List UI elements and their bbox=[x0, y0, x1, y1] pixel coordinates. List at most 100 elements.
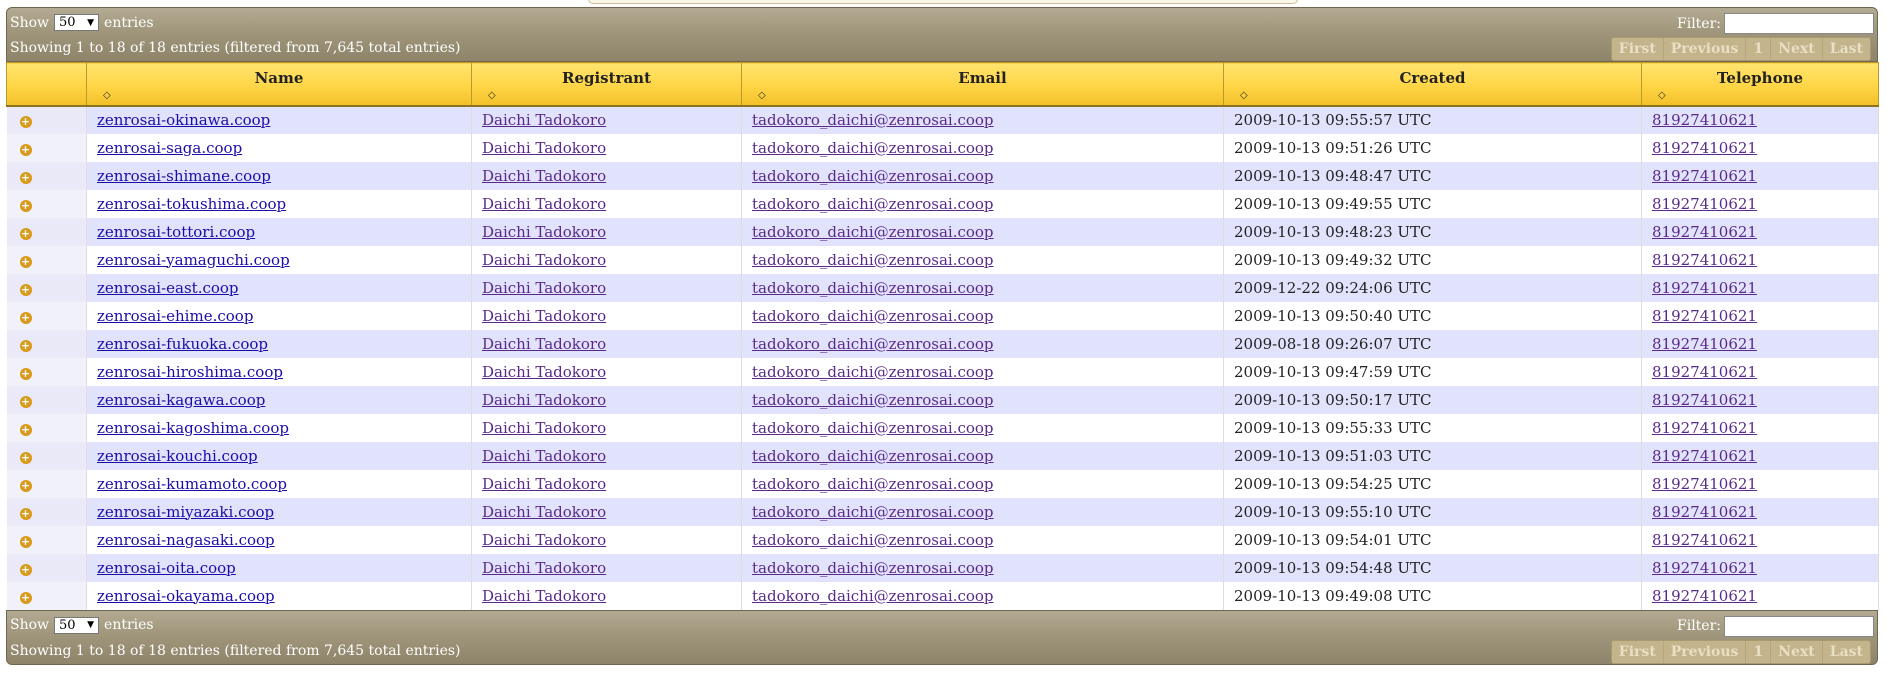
registrant-link[interactable]: Daichi Tadokoro bbox=[482, 447, 606, 465]
registrant-link[interactable]: Daichi Tadokoro bbox=[482, 587, 606, 605]
row-expand-cell[interactable]: + bbox=[6, 413, 87, 442]
telephone-link[interactable]: 81927410621 bbox=[1652, 447, 1757, 465]
registrant-link[interactable]: Daichi Tadokoro bbox=[482, 503, 606, 521]
pager-next-button[interactable]: Next bbox=[1771, 640, 1823, 663]
expand-plus-icon[interactable]: + bbox=[19, 143, 32, 156]
expand-plus-icon[interactable]: + bbox=[19, 116, 32, 128]
row-expand-cell[interactable]: + bbox=[6, 105, 87, 134]
row-expand-cell[interactable]: + bbox=[6, 385, 87, 414]
email-link[interactable]: tadokoro_daichi@zenrosai.coop bbox=[752, 111, 994, 129]
telephone-link[interactable]: 81927410621 bbox=[1652, 391, 1757, 409]
email-link[interactable]: tadokoro_daichi@zenrosai.coop bbox=[752, 447, 994, 465]
registrant-link[interactable]: Daichi Tadokoro bbox=[482, 559, 606, 577]
domain-link[interactable]: zenrosai-okinawa.coop bbox=[97, 111, 270, 129]
email-link[interactable]: tadokoro_daichi@zenrosai.coop bbox=[752, 251, 994, 269]
row-expand-cell[interactable]: + bbox=[6, 441, 87, 470]
expand-plus-icon[interactable]: + bbox=[19, 479, 32, 492]
domain-link[interactable]: zenrosai-ehime.coop bbox=[97, 307, 253, 325]
domain-link[interactable]: zenrosai-miyazaki.coop bbox=[97, 503, 274, 521]
registrant-link[interactable]: Daichi Tadokoro bbox=[482, 335, 606, 353]
expand-plus-icon[interactable]: + bbox=[19, 171, 32, 184]
registrant-link[interactable]: Daichi Tadokoro bbox=[482, 139, 606, 157]
sort-icon[interactable]: ◇ bbox=[1658, 90, 1666, 101]
pager-previous-button[interactable]: Previous bbox=[1664, 38, 1747, 60]
registrant-link[interactable]: Daichi Tadokoro bbox=[482, 167, 606, 185]
email-link[interactable]: tadokoro_daichi@zenrosai.coop bbox=[752, 559, 994, 577]
sort-icon[interactable]: ◇ bbox=[758, 90, 766, 101]
expand-plus-icon[interactable]: + bbox=[19, 507, 32, 520]
domain-link[interactable]: zenrosai-tottori.coop bbox=[97, 223, 255, 241]
expand-plus-icon[interactable]: + bbox=[19, 395, 32, 408]
domain-link[interactable]: zenrosai-kagawa.coop bbox=[97, 391, 265, 409]
row-expand-cell[interactable]: + bbox=[6, 301, 87, 330]
email-link[interactable]: tadokoro_daichi@zenrosai.coop bbox=[752, 195, 994, 213]
telephone-link[interactable]: 81927410621 bbox=[1652, 363, 1757, 381]
telephone-link[interactable]: 81927410621 bbox=[1652, 139, 1757, 157]
email-link[interactable]: tadokoro_daichi@zenrosai.coop bbox=[752, 139, 994, 157]
email-link[interactable]: tadokoro_daichi@zenrosai.coop bbox=[752, 531, 994, 549]
column-header-telephone[interactable]: Telephone ◇ bbox=[1641, 62, 1879, 107]
telephone-link[interactable]: 81927410621 bbox=[1652, 167, 1757, 185]
domain-link[interactable]: zenrosai-saga.coop bbox=[97, 139, 242, 157]
expand-plus-icon[interactable]: + bbox=[19, 423, 32, 436]
telephone-link[interactable]: 81927410621 bbox=[1652, 419, 1757, 437]
pager-page-1-button[interactable]: 1 bbox=[1746, 640, 1772, 663]
email-link[interactable]: tadokoro_daichi@zenrosai.coop bbox=[752, 279, 994, 297]
row-expand-cell[interactable]: + bbox=[6, 581, 87, 610]
registrant-link[interactable]: Daichi Tadokoro bbox=[482, 111, 606, 129]
registrant-link[interactable]: Daichi Tadokoro bbox=[482, 391, 606, 409]
domain-link[interactable]: zenrosai-kumamoto.coop bbox=[97, 475, 287, 493]
filter-input[interactable] bbox=[1724, 615, 1874, 637]
telephone-link[interactable]: 81927410621 bbox=[1652, 307, 1757, 325]
telephone-link[interactable]: 81927410621 bbox=[1652, 279, 1757, 297]
expand-plus-icon[interactable]: + bbox=[19, 339, 32, 352]
registrant-link[interactable]: Daichi Tadokoro bbox=[482, 195, 606, 213]
expand-plus-icon[interactable]: + bbox=[19, 451, 32, 464]
page-size-select[interactable]: 50 ▼ bbox=[54, 14, 100, 31]
row-expand-cell[interactable]: + bbox=[6, 469, 87, 498]
domain-link[interactable]: zenrosai-tokushima.coop bbox=[97, 195, 286, 213]
email-link[interactable]: tadokoro_daichi@zenrosai.coop bbox=[752, 587, 994, 605]
domain-link[interactable]: zenrosai-nagasaki.coop bbox=[97, 531, 275, 549]
expand-plus-icon[interactable]: + bbox=[19, 199, 32, 212]
telephone-link[interactable]: 81927410621 bbox=[1652, 531, 1757, 549]
expand-plus-icon[interactable]: + bbox=[19, 311, 32, 324]
email-link[interactable]: tadokoro_daichi@zenrosai.coop bbox=[752, 391, 994, 409]
registrant-link[interactable]: Daichi Tadokoro bbox=[482, 363, 606, 381]
telephone-link[interactable]: 81927410621 bbox=[1652, 335, 1757, 353]
registrant-link[interactable]: Daichi Tadokoro bbox=[482, 223, 606, 241]
row-expand-cell[interactable]: + bbox=[6, 497, 87, 526]
row-expand-cell[interactable]: + bbox=[6, 329, 87, 358]
expand-plus-icon[interactable]: + bbox=[19, 591, 32, 604]
domain-link[interactable]: zenrosai-hiroshima.coop bbox=[97, 363, 283, 381]
row-expand-cell[interactable]: + bbox=[6, 273, 87, 302]
column-header-created[interactable]: Created ◇ bbox=[1223, 62, 1642, 107]
telephone-link[interactable]: 81927410621 bbox=[1652, 475, 1757, 493]
row-expand-cell[interactable]: + bbox=[6, 357, 87, 386]
row-expand-cell[interactable]: + bbox=[6, 161, 87, 190]
pager-first-button[interactable]: First bbox=[1612, 640, 1664, 663]
registrant-link[interactable]: Daichi Tadokoro bbox=[482, 279, 606, 297]
pager-first-button[interactable]: First bbox=[1612, 38, 1664, 60]
email-link[interactable]: tadokoro_daichi@zenrosai.coop bbox=[752, 167, 994, 185]
domain-link[interactable]: zenrosai-kouchi.coop bbox=[97, 447, 258, 465]
registrant-link[interactable]: Daichi Tadokoro bbox=[482, 475, 606, 493]
email-link[interactable]: tadokoro_daichi@zenrosai.coop bbox=[752, 503, 994, 521]
email-link[interactable]: tadokoro_daichi@zenrosai.coop bbox=[752, 223, 994, 241]
email-link[interactable]: tadokoro_daichi@zenrosai.coop bbox=[752, 419, 994, 437]
expand-plus-icon[interactable]: + bbox=[19, 227, 32, 240]
email-link[interactable]: tadokoro_daichi@zenrosai.coop bbox=[752, 307, 994, 325]
row-expand-cell[interactable]: + bbox=[6, 133, 87, 162]
registrant-link[interactable]: Daichi Tadokoro bbox=[482, 419, 606, 437]
row-expand-cell[interactable]: + bbox=[6, 553, 87, 582]
domain-link[interactable]: zenrosai-oita.coop bbox=[97, 559, 236, 577]
row-expand-cell[interactable]: + bbox=[6, 245, 87, 274]
registrant-link[interactable]: Daichi Tadokoro bbox=[482, 531, 606, 549]
telephone-link[interactable]: 81927410621 bbox=[1652, 559, 1757, 577]
email-link[interactable]: tadokoro_daichi@zenrosai.coop bbox=[752, 475, 994, 493]
domain-link[interactable]: zenrosai-east.coop bbox=[97, 279, 239, 297]
column-header-email[interactable]: Email ◇ bbox=[741, 62, 1224, 107]
registrant-link[interactable]: Daichi Tadokoro bbox=[482, 251, 606, 269]
column-header-name[interactable]: Name ◇ bbox=[86, 62, 472, 107]
pager-last-button[interactable]: Last bbox=[1823, 38, 1870, 60]
